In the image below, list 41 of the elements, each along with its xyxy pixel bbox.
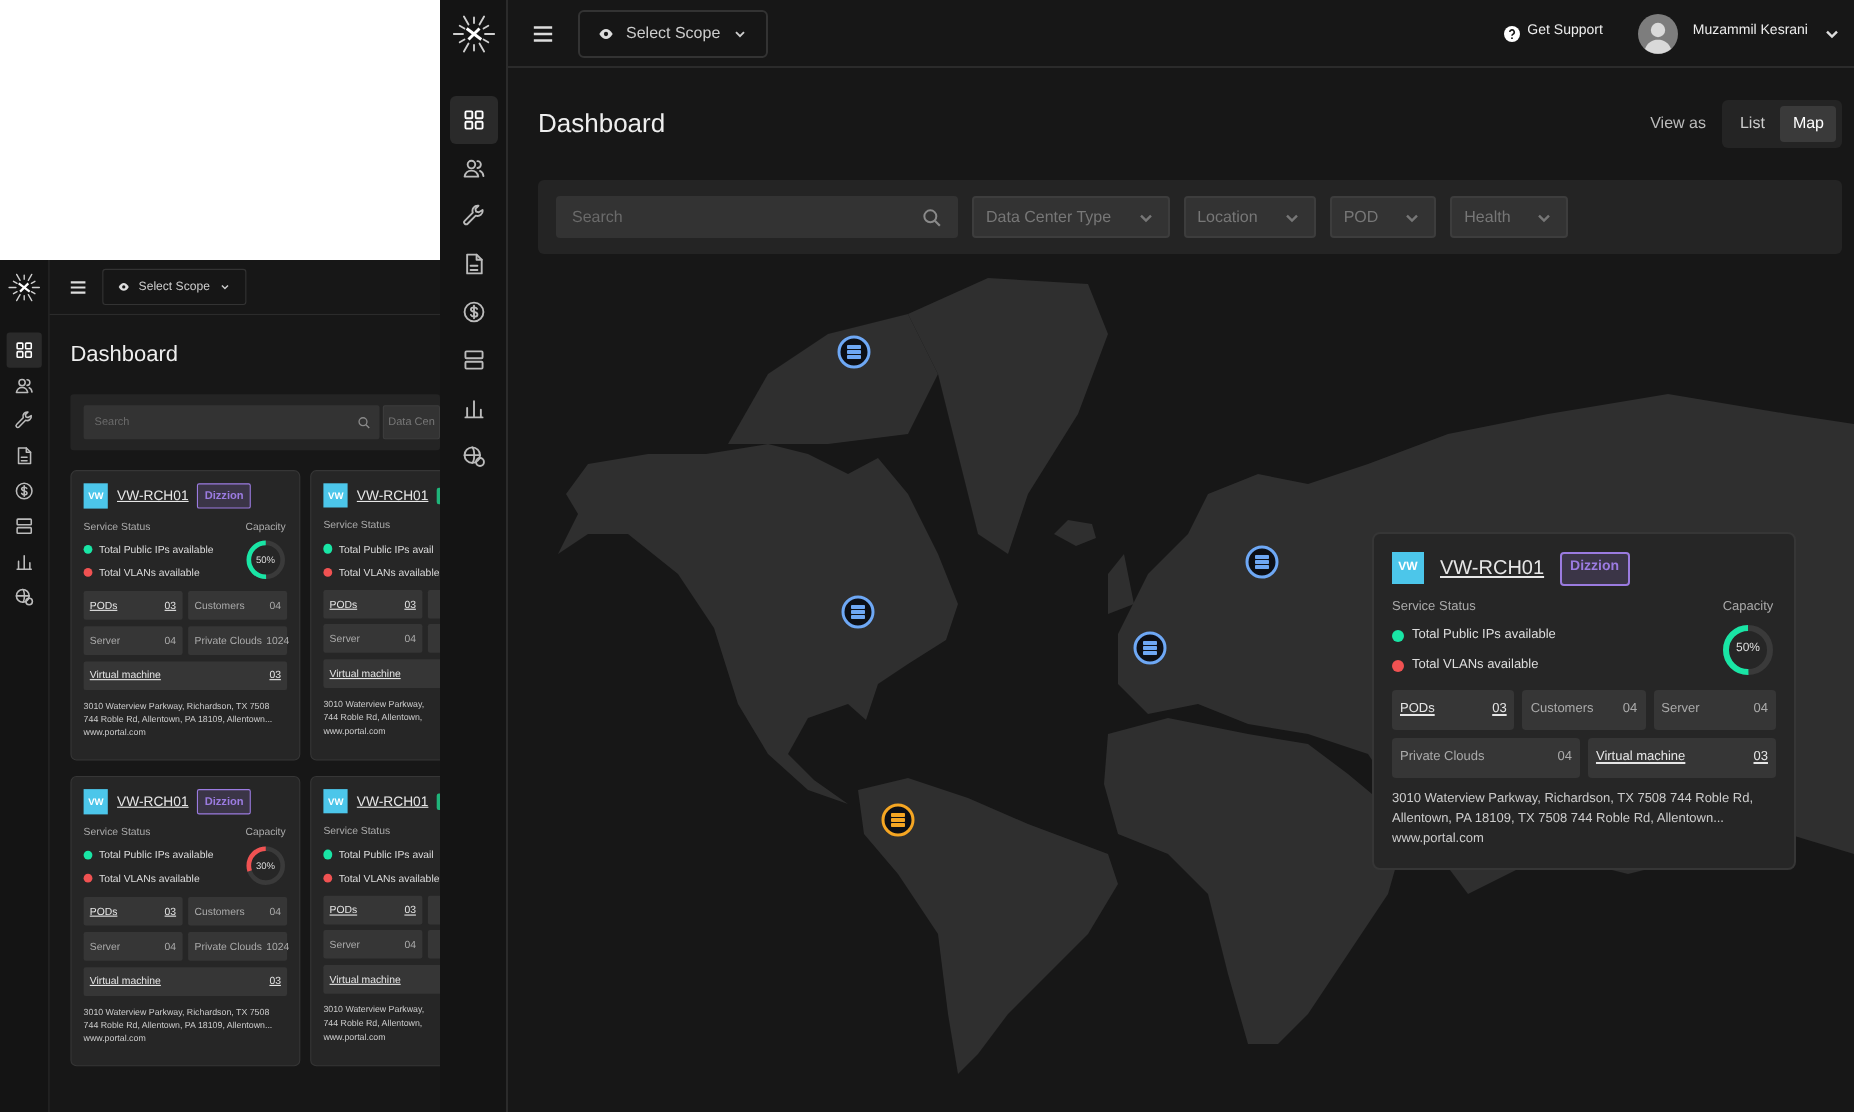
starburst-logo: [7, 271, 41, 304]
search-icon: [357, 415, 371, 429]
server-icon: [891, 813, 905, 827]
server-icon: [851, 605, 865, 619]
dollar-icon: [14, 481, 35, 501]
grid-icon: [14, 340, 35, 361]
data-center-link[interactable]: VW-RCH01: [1440, 553, 1545, 584]
page-title: Dashboard: [70, 341, 179, 368]
scope-dropdown[interactable]: Select Scope: [578, 9, 769, 57]
wrench-icon: [14, 410, 35, 431]
server-icon: [14, 516, 35, 537]
wrench-icon: [461, 204, 485, 228]
globe-icon: [461, 444, 485, 468]
bar-chart-icon: [14, 551, 35, 572]
sidebar-item[interactable]: [6, 332, 42, 368]
menu-icon: [532, 23, 554, 43]
help-icon: [1503, 25, 1520, 41]
eye-icon: [598, 25, 614, 41]
server-icon: [461, 348, 485, 372]
users-icon: [461, 156, 485, 180]
avatar-icon: [1638, 13, 1679, 53]
dollar-icon: [461, 300, 485, 324]
view-option[interactable]: Map: [1780, 106, 1836, 142]
page-title: Dashboard: [538, 108, 666, 140]
menu-icon: [69, 279, 87, 295]
server-icon: [1255, 555, 1269, 569]
users-icon: [14, 375, 35, 396]
caret-icon: [218, 280, 231, 293]
sidebar-item[interactable]: [449, 96, 497, 144]
search-icon: [922, 207, 942, 227]
grid-icon: [461, 108, 485, 132]
view-option[interactable]: List: [1727, 106, 1777, 142]
document-icon: [14, 445, 35, 466]
bar-chart-icon: [461, 396, 485, 420]
server-icon: [847, 345, 861, 359]
globe-icon: [14, 586, 35, 607]
eye-icon: [117, 280, 130, 293]
document-icon: [461, 252, 485, 276]
view-label: View as: [1650, 112, 1706, 136]
server-icon: [1143, 641, 1157, 655]
starburst-logo: [451, 12, 495, 56]
